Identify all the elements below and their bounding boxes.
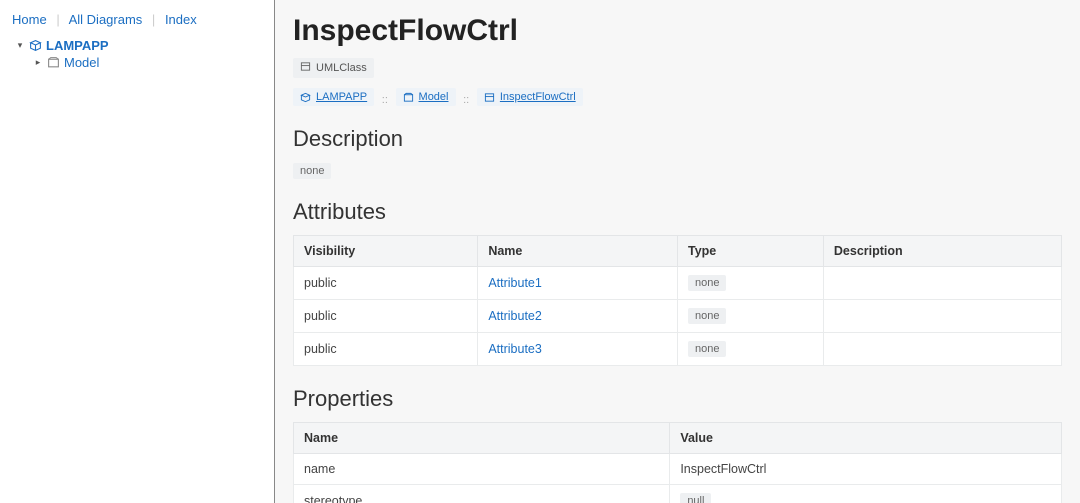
attributes-table: Visibility Name Type Description public A… <box>293 235 1062 366</box>
cell-name: Attribute3 <box>478 333 678 366</box>
properties-table: Name Value nameInspectFlowCtrlstereotype… <box>293 422 1062 503</box>
th-type: Type <box>677 236 823 267</box>
section-properties: Properties <box>293 386 1062 412</box>
nav-sep: | <box>152 12 155 27</box>
cell-prop-name: name <box>294 454 670 485</box>
crumb-lampapp[interactable]: LAMPAPP <box>293 88 374 106</box>
type-chip-label: UMLClass <box>316 62 367 74</box>
type-chip: UMLClass <box>293 58 374 78</box>
package-icon <box>28 39 42 53</box>
crumb-label: LAMPAPP <box>316 91 367 103</box>
cell-prop-value: null <box>670 485 1062 503</box>
attribute-link[interactable]: Attribute2 <box>488 309 542 323</box>
crumb-sep: :: <box>382 94 388 106</box>
nav-index[interactable]: Index <box>165 12 197 27</box>
model-icon <box>46 56 60 70</box>
type-pill: none <box>688 341 726 357</box>
main-content: InspectFlowCtrl UMLClass LAMPAPP :: Mode… <box>275 0 1080 503</box>
table-header-row: Name Value <box>294 423 1062 454</box>
crumb-sep: :: <box>463 94 469 106</box>
cell-type: none <box>677 267 823 300</box>
nav-all-diagrams[interactable]: All Diagrams <box>69 12 143 27</box>
cell-name: Attribute2 <box>478 300 678 333</box>
th-prop-name: Name <box>294 423 670 454</box>
cell-visibility: public <box>294 333 478 366</box>
section-attributes: Attributes <box>293 199 1062 225</box>
caret-down-icon: ▾ <box>16 40 24 51</box>
table-header-row: Visibility Name Type Description <box>294 236 1062 267</box>
cell-type: none <box>677 300 823 333</box>
section-description: Description <box>293 126 1062 152</box>
attribute-link[interactable]: Attribute1 <box>488 276 542 290</box>
table-row: stereotype null <box>294 485 1062 503</box>
crumb-label: InspectFlowCtrl <box>500 91 576 103</box>
cell-name: Attribute1 <box>478 267 678 300</box>
type-pill: none <box>688 308 726 324</box>
cell-prop-name: stereotype <box>294 485 670 503</box>
crumb-current[interactable]: InspectFlowCtrl <box>477 88 583 106</box>
nav-sep: | <box>56 12 59 27</box>
top-nav: Home | All Diagrams | Index <box>10 7 264 37</box>
value-pill: null <box>680 493 711 503</box>
table-row: nameInspectFlowCtrl <box>294 454 1062 485</box>
cell-prop-value: InspectFlowCtrl <box>670 454 1062 485</box>
class-icon <box>300 61 311 75</box>
crumb-label: Model <box>419 91 449 103</box>
type-tag-row: UMLClass <box>293 58 1062 84</box>
cell-description <box>823 333 1061 366</box>
sidebar: Home | All Diagrams | Index ▾ LAMPAPP ▸ <box>0 0 275 503</box>
th-prop-value: Value <box>670 423 1062 454</box>
attribute-link[interactable]: Attribute3 <box>488 342 542 356</box>
tree: ▾ LAMPAPP ▸ Model <box>10 37 264 71</box>
cell-visibility: public <box>294 267 478 300</box>
tree-root-row[interactable]: ▾ LAMPAPP <box>16 37 264 54</box>
cell-type: none <box>677 333 823 366</box>
tree-child-link[interactable]: Model <box>64 55 99 70</box>
table-row: public Attribute3 none <box>294 333 1062 366</box>
breadcrumb: LAMPAPP :: Model :: InspectFlowCtrl <box>293 88 1062 106</box>
nav-home[interactable]: Home <box>12 12 47 27</box>
caret-right-icon: ▸ <box>34 57 42 68</box>
tree-root-link[interactable]: LAMPAPP <box>46 38 109 53</box>
cell-visibility: public <box>294 300 478 333</box>
cell-description <box>823 300 1061 333</box>
description-value: none <box>293 163 331 179</box>
th-visibility: Visibility <box>294 236 478 267</box>
tree-child-row[interactable]: ▸ Model <box>34 54 264 71</box>
table-row: public Attribute1 none <box>294 267 1062 300</box>
th-name: Name <box>478 236 678 267</box>
cell-description <box>823 267 1061 300</box>
th-description: Description <box>823 236 1061 267</box>
page-title: InspectFlowCtrl <box>293 14 1062 48</box>
type-pill: none <box>688 275 726 291</box>
table-row: public Attribute2 none <box>294 300 1062 333</box>
crumb-model[interactable]: Model <box>396 88 456 106</box>
